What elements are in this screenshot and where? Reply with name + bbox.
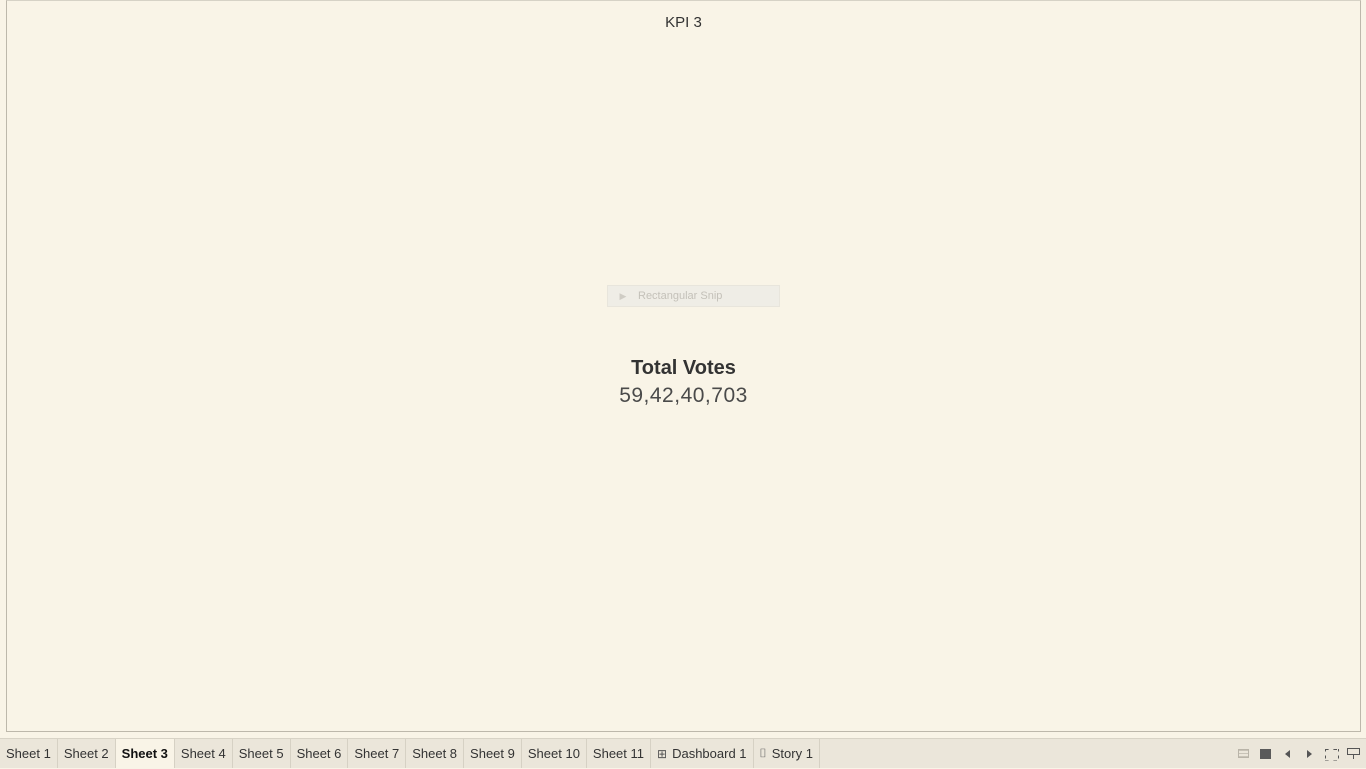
tab-sheet-2[interactable]: Sheet 2 xyxy=(58,739,116,768)
snip-label: Rectangular Snip xyxy=(638,290,723,302)
presentation-icon xyxy=(1346,748,1360,759)
filmstrip-icon xyxy=(1237,749,1249,758)
tab-label: Story 1 xyxy=(771,746,813,761)
tab-label: Sheet 2 xyxy=(63,746,109,761)
next-sheet-button[interactable] xyxy=(1298,739,1320,769)
tab-label: Sheet 11 xyxy=(592,746,645,761)
fullscreen-icon xyxy=(1325,749,1337,759)
tab-sheet-8[interactable]: Sheet 8 xyxy=(406,739,465,768)
tab-label: Sheet 10 xyxy=(527,746,580,761)
tab-sheet-6[interactable]: Sheet 6 xyxy=(291,739,349,768)
tab-label: Sheet 1 xyxy=(6,746,51,761)
sheet-tab-bar: Sheet 1 Sheet 2 Sheet 3 Sheet 4 Sheet 5 … xyxy=(0,738,1366,768)
next-icon xyxy=(1306,749,1312,758)
tab-sheet-9[interactable]: Sheet 9 xyxy=(464,739,522,768)
tab-sheet-5[interactable]: Sheet 5 xyxy=(233,739,291,768)
tab-sheet-11[interactable]: Sheet 11 xyxy=(587,739,652,768)
single-sheet-button[interactable] xyxy=(1254,739,1276,769)
worksheet-canvas: KPI 3 ▶ Rectangular Snip Total Votes 59,… xyxy=(6,0,1361,732)
tab-label: Sheet 8 xyxy=(412,746,458,761)
sheet-title: KPI 3 xyxy=(665,14,702,31)
tab-sheet-3[interactable]: Sheet 3 xyxy=(115,739,175,768)
kpi-label: Total Votes xyxy=(631,357,736,379)
story-icon: ⌷ xyxy=(759,746,767,760)
tab-sheet-10[interactable]: Sheet 10 xyxy=(522,739,587,768)
rectangular-snip-overlay: ▶ Rectangular Snip xyxy=(607,285,780,307)
tab-label: Sheet 6 xyxy=(296,746,342,761)
presentation-mode-button[interactable] xyxy=(1342,739,1364,769)
tab-label: Dashboard 1 xyxy=(672,746,747,761)
tab-label: Sheet 9 xyxy=(470,746,515,761)
dashboard-icon: ⊞ xyxy=(657,746,668,761)
tab-label: Sheet 4 xyxy=(180,746,226,761)
fullscreen-button[interactable] xyxy=(1320,739,1342,769)
filmstrip-button[interactable] xyxy=(1232,739,1254,769)
tab-label: Sheet 3 xyxy=(121,746,168,761)
tab-sheet-1[interactable]: Sheet 1 xyxy=(0,739,58,768)
kpi-value: 59,42,40,703 xyxy=(619,384,748,407)
previous-icon xyxy=(1284,749,1290,758)
tab-label: Sheet 7 xyxy=(354,746,400,761)
sheet-navigation-controls xyxy=(1232,739,1366,768)
single-sheet-icon xyxy=(1259,748,1271,759)
snip-icon: ▶ xyxy=(619,290,627,301)
previous-sheet-button[interactable] xyxy=(1276,739,1298,769)
tab-sheet-4[interactable]: Sheet 4 xyxy=(175,739,233,768)
tab-story-1[interactable]: ⌷ Story 1 xyxy=(754,739,820,768)
tab-label: Sheet 5 xyxy=(238,746,284,761)
tab-sheet-7[interactable]: Sheet 7 xyxy=(348,739,407,768)
tab-dashboard-1[interactable]: ⊞ Dashboard 1 xyxy=(651,739,754,768)
